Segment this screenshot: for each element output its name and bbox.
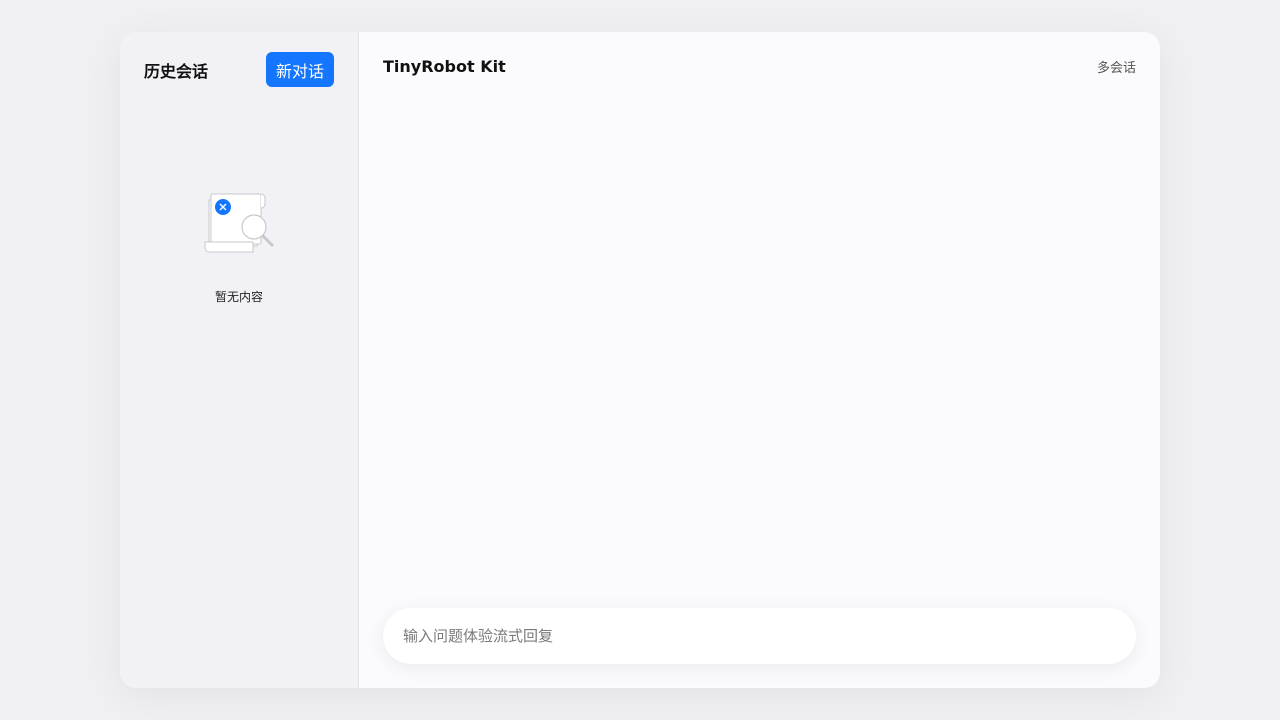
empty-state: 暂无内容	[120, 190, 358, 305]
sidebar-title: 历史会话	[144, 61, 209, 81]
chat-title: TinyRobot Kit	[383, 56, 506, 76]
chat-header: TinyRobot Kit 多会话	[383, 52, 1136, 80]
chat-input-box[interactable]	[383, 608, 1136, 664]
empty-document-search-icon	[203, 190, 275, 260]
chat-main: TinyRobot Kit 多会话	[359, 32, 1160, 688]
chat-input[interactable]	[403, 627, 1116, 645]
app-window: 历史会话 新对话 暂无内容 TinyRobot Kit 多会话 输入问题体验流式…	[120, 32, 1160, 688]
history-sidebar: 历史会话 新对话 暂无内容	[120, 32, 359, 688]
new-conversation-button[interactable]: 新对话	[266, 52, 334, 87]
multi-session-link[interactable]: 多会话	[1097, 57, 1136, 76]
empty-state-text: 暂无内容	[214, 290, 263, 304]
sidebar-header: 历史会话 新对话	[144, 52, 334, 87]
